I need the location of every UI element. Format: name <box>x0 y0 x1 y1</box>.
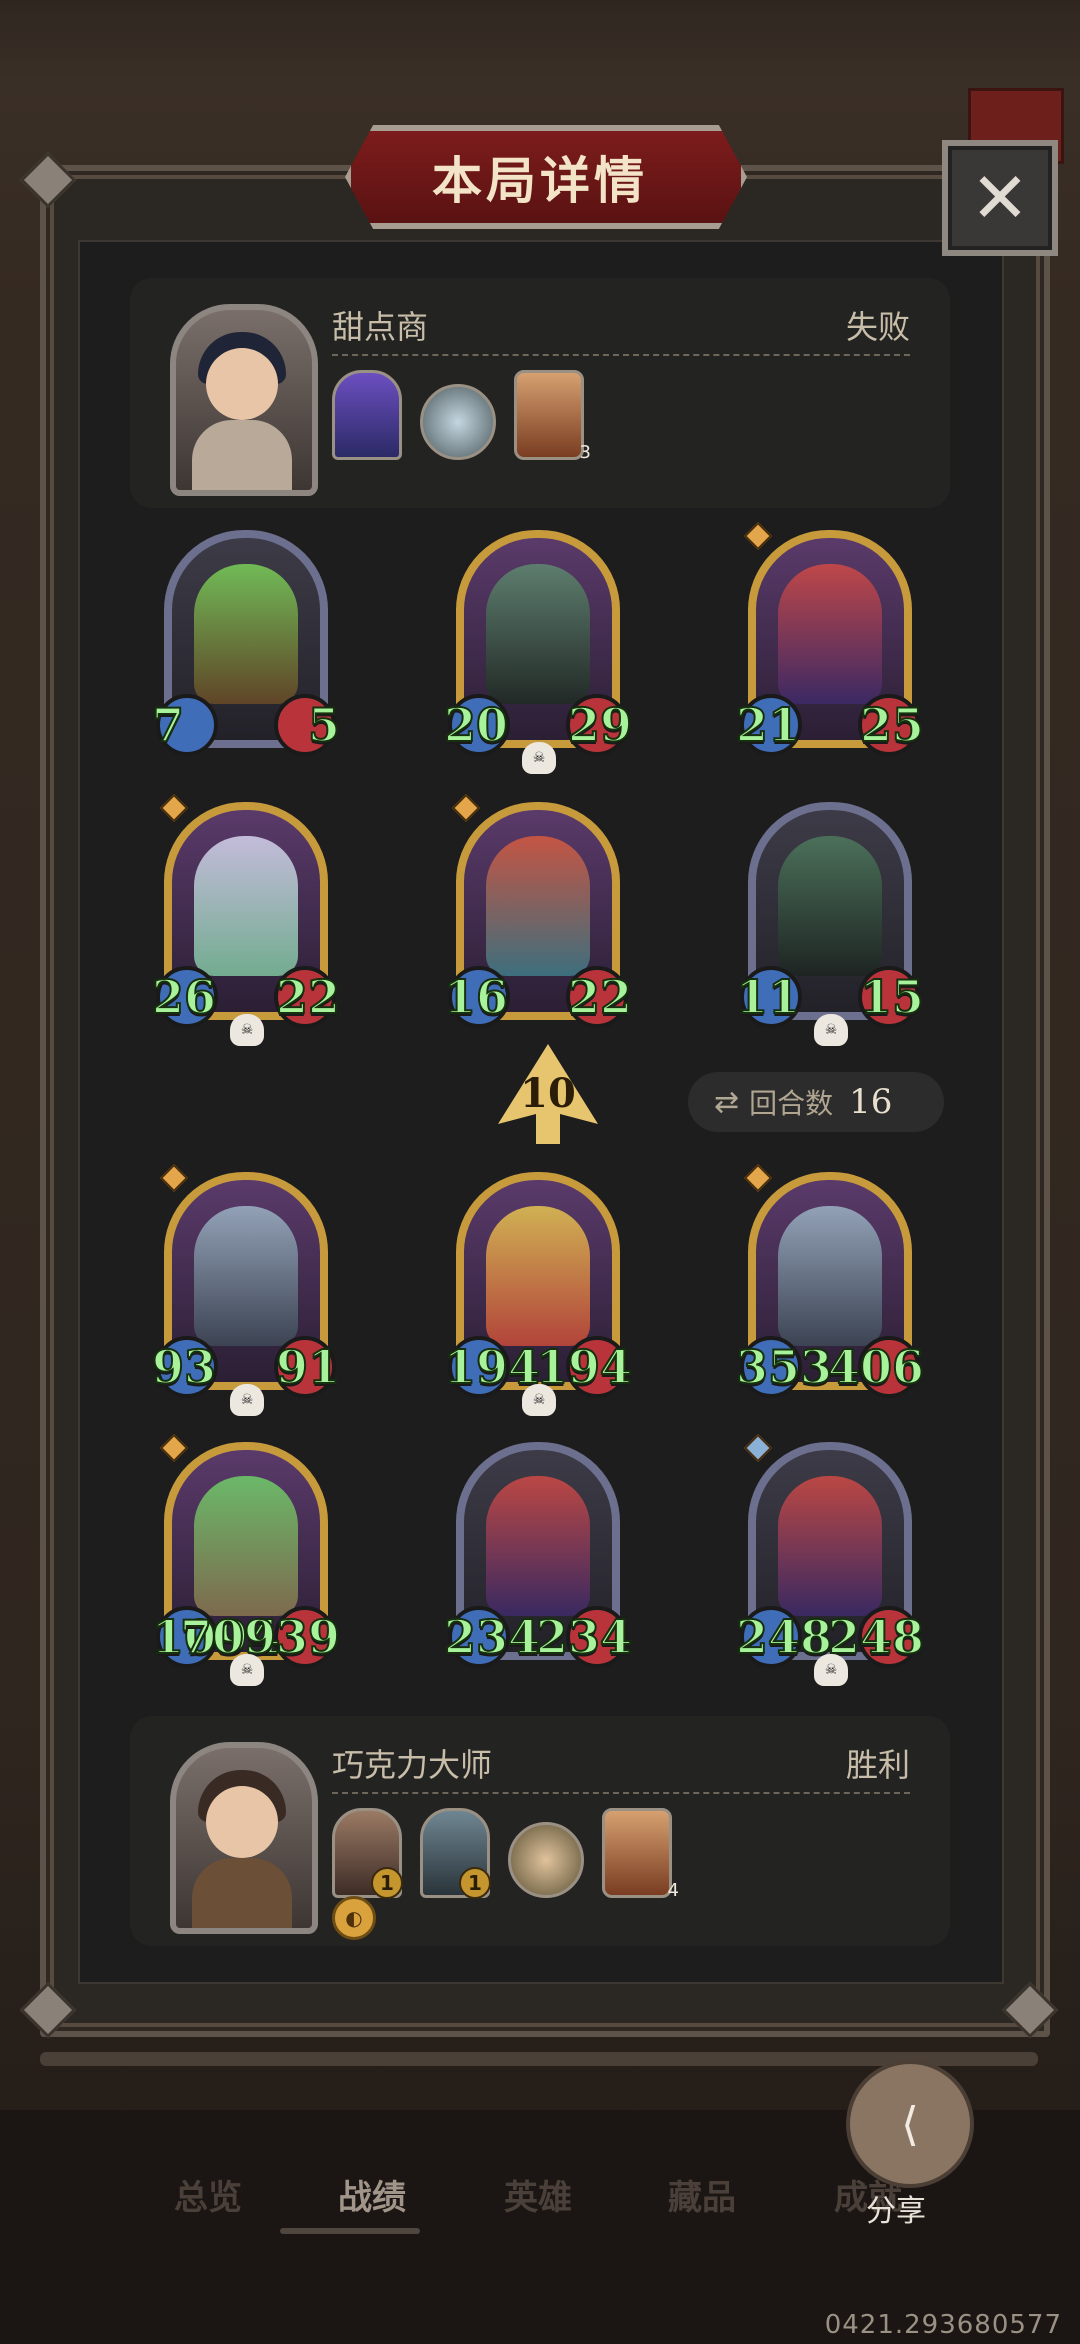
turn-counter: ⇄ 回合数 16 <box>688 1072 944 1132</box>
minion-attack: 7 <box>151 697 185 753</box>
version-text: 0421.293680577 <box>824 2310 1062 2340</box>
house-count: 3 <box>579 442 591 463</box>
skull-icon: ☠ <box>814 1654 848 1686</box>
share-label: 分享 <box>866 2194 926 2229</box>
ghost-item-icon[interactable]: 1 <box>420 1808 491 1899</box>
share-icon: ⟨ <box>901 2097 919 2151</box>
skull-icon: ☠ <box>522 742 556 774</box>
skull-icon: ☠ <box>230 1014 264 1046</box>
minion-attack: 93 <box>151 1339 217 1395</box>
minion-health: 70939 <box>179 1609 341 1665</box>
minion-health: 248 <box>827 1609 925 1665</box>
minion-health: 22 <box>567 969 633 1025</box>
minion-card[interactable]: 7 5 <box>151 530 341 762</box>
close-icon: ✕ <box>970 157 1030 239</box>
opponent-summary: 甜点商 失败 3 <box>130 278 950 508</box>
minion-health: 29 <box>567 697 633 753</box>
turn-value: 16 <box>849 1082 893 1122</box>
minion-attack: 234 <box>443 1609 541 1665</box>
minion-attack: 11 <box>735 969 801 1025</box>
tab-collection[interactable]: 藏品 <box>668 2170 736 2219</box>
opponent-result: 失败 <box>845 308 910 346</box>
skull-icon: ☠ <box>230 1654 264 1686</box>
minion-card[interactable]: 20 29 ☠ <box>443 530 633 774</box>
minion-health: 91 <box>275 1339 341 1395</box>
flower-orb-icon[interactable] <box>508 1822 584 1898</box>
minion-card[interactable]: 1094 70939 ☠ <box>151 1433 341 1686</box>
minion-health: 194 <box>535 1339 633 1395</box>
minion-attack: 26 <box>151 969 217 1025</box>
minion-health: 406 <box>827 1339 925 1395</box>
round-level: 10 <box>520 1070 576 1117</box>
minion-card[interactable]: 353 406 <box>735 1163 925 1404</box>
player-avatar[interactable] <box>170 1742 318 1934</box>
opponent-name: 甜点商 <box>332 308 429 346</box>
minion-health: 22 <box>275 969 341 1025</box>
player-result: 胜利 <box>845 1746 910 1784</box>
minion-attack: 16 <box>443 969 509 1025</box>
share-button[interactable]: ⟨ <box>846 2060 974 2188</box>
item-count: 1 <box>371 1867 403 1899</box>
opponent-avatar[interactable] <box>170 304 318 496</box>
minion-attack: 353 <box>735 1339 833 1395</box>
minion-card[interactable]: 194 194 ☠ <box>443 1172 633 1416</box>
house-icon[interactable]: 4 <box>602 1808 679 1901</box>
minion-attack: 248 <box>735 1609 833 1665</box>
repeat-icon: ⇄ <box>714 1084 740 1120</box>
minion-health: 25 <box>859 697 925 753</box>
minion-card[interactable]: 11 15 ☠ <box>735 802 925 1046</box>
minion-attack: 194 <box>443 1339 541 1395</box>
minion-card[interactable]: 21 25 <box>735 521 925 762</box>
minion-card[interactable]: 26 22 ☠ <box>151 793 341 1046</box>
skull-icon: ☠ <box>814 1014 848 1046</box>
minion-card[interactable]: 234 234 <box>443 1442 633 1674</box>
minion-attack: 21 <box>735 697 801 753</box>
player-items: 1 1 4 <box>332 1808 679 1901</box>
crystal-item-icon[interactable] <box>332 370 402 460</box>
house-count: 4 <box>667 1880 679 1901</box>
minion-health: 5 <box>307 697 341 753</box>
lightning-orb-icon[interactable] <box>420 384 496 460</box>
player-name: 巧克力大师 <box>332 1746 493 1784</box>
turn-label: 回合数 <box>749 1087 834 1120</box>
close-button[interactable]: ✕ <box>942 140 1058 256</box>
house-icon[interactable]: 3 <box>514 370 591 463</box>
tab-heroes[interactable]: 英雄 <box>504 2170 572 2219</box>
minion-card[interactable]: 16 22 <box>443 793 633 1034</box>
divider <box>332 354 910 356</box>
tab-record[interactable]: 战绩 <box>338 2170 406 2219</box>
minion-card[interactable]: 93 91 ☠ <box>151 1163 341 1416</box>
coin-icon: ◐ <box>332 1896 376 1940</box>
player-summary: 巧克力大师 胜利 1 1 4 ◐ <box>130 1716 950 1946</box>
minion-attack: 20 <box>443 697 509 753</box>
minion-card[interactable]: 248 248 ☠ <box>735 1433 925 1686</box>
item-count: 1 <box>459 1867 491 1899</box>
skull-icon: ☠ <box>230 1384 264 1416</box>
tab-overview[interactable]: 总览 <box>174 2170 242 2219</box>
active-tab-underline <box>280 2228 420 2234</box>
divider <box>332 1792 910 1794</box>
page-title: 本局详情 <box>432 151 648 210</box>
minion-health: 15 <box>859 969 925 1025</box>
hero-item-icon[interactable]: 1 <box>332 1808 403 1899</box>
skull-icon: ☠ <box>522 1384 556 1416</box>
opponent-items: 3 <box>332 370 591 463</box>
minion-health: 234 <box>535 1609 633 1665</box>
